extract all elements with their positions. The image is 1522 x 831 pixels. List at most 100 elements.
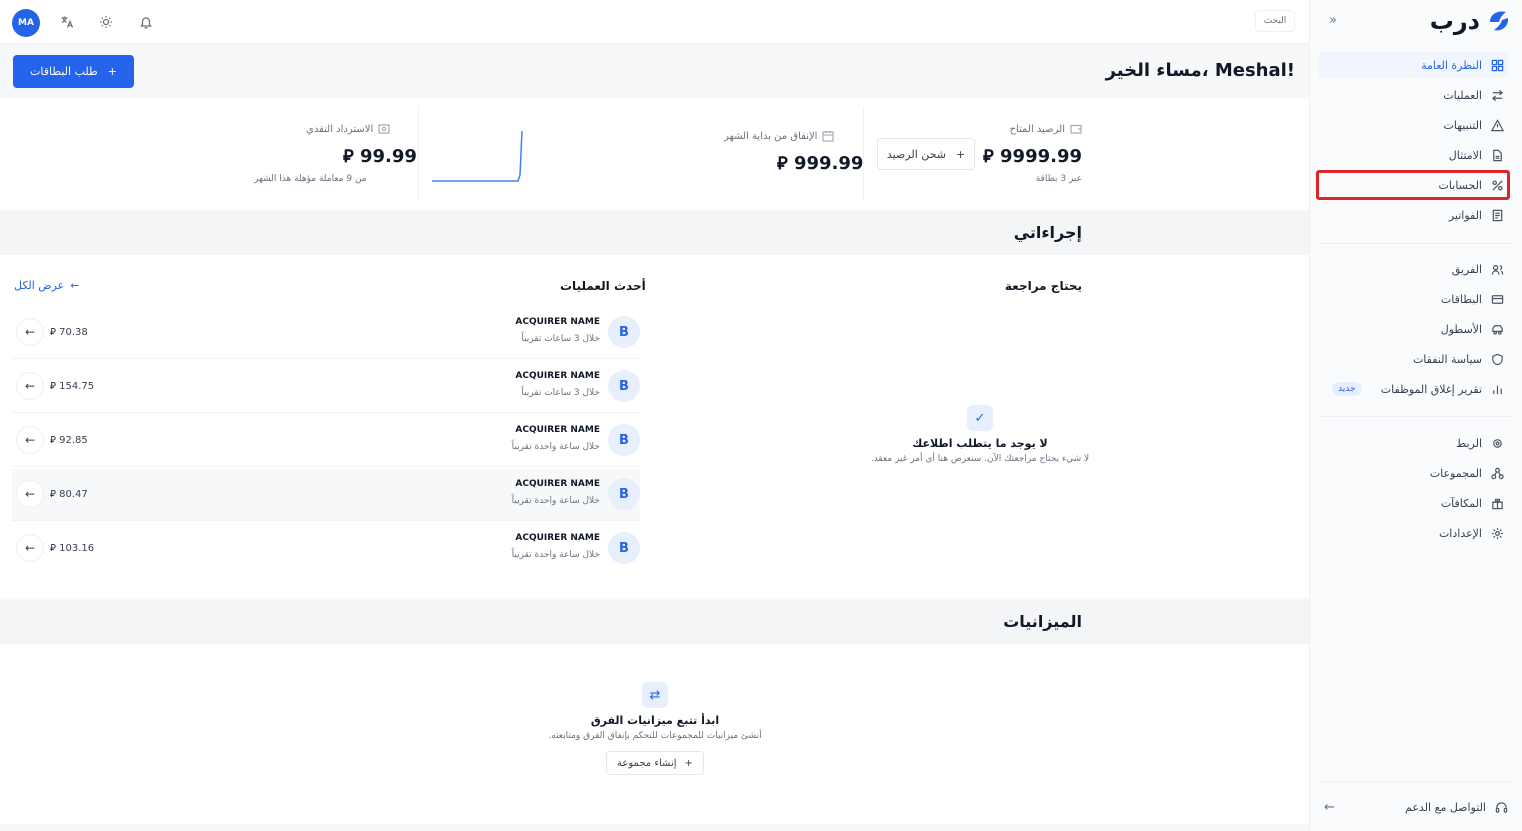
stats-panel: الرصيد المتاح 9999.99 ⃁ عبر 3 بطاقة + شح…: [0, 99, 1309, 209]
sidebar-item-compliance[interactable]: الامتثال: [1318, 142, 1508, 168]
merchant-name: ACQUIRER NAME: [515, 425, 600, 435]
review-empty-title: لا يوجد ما يتطلب اطلاعك: [912, 437, 1048, 450]
sidebar-item-label: المكافآت: [1440, 496, 1482, 510]
sidebar-item-settings[interactable]: الإعدادات: [1318, 520, 1508, 546]
nav-divider: [1318, 781, 1514, 782]
transaction-row[interactable]: ← ⃁ 80.47 B ACQUIRER NAME خلال ساعة واحد…: [12, 469, 640, 521]
arrow-left-icon[interactable]: ←: [16, 534, 44, 562]
calendar-icon: [822, 131, 835, 142]
shield-icon: [1490, 352, 1504, 366]
merchant-icon: B: [608, 370, 640, 402]
gift-icon: [1490, 496, 1504, 510]
grid-icon: [1490, 58, 1504, 72]
cashback-sub: من 9 معاملة مؤهلة هذا الشهر: [254, 174, 367, 184]
view-all-label: عرض الكل: [14, 279, 65, 292]
nav-divider: [1318, 243, 1514, 244]
transaction-time: خلال 3 ساعات تقريباً: [521, 388, 600, 398]
topup-balance-button[interactable]: + شحن الرصيد: [877, 138, 975, 170]
merchant-icon: B: [608, 532, 640, 564]
transaction-time: خلال 3 ساعات تقريباً: [521, 334, 600, 344]
transaction-row[interactable]: ← ⃁ 70.38 B ACQUIRER NAME خلال 3 ساعات ت…: [12, 307, 640, 359]
budgets-section-header: الميزانيات: [0, 600, 1309, 644]
arrow-left-icon[interactable]: ←: [16, 426, 44, 454]
gear-icon: [1490, 526, 1504, 540]
plus-icon: +: [684, 757, 693, 769]
sidebar: درب » النظرة العامة العمليات التنبيهات ا…: [1309, 0, 1522, 831]
sidebar-item-cards[interactable]: البطاقات: [1318, 286, 1508, 312]
sidebar-item-label: الإعدادات: [1438, 526, 1482, 540]
budgets-title: الميزانيات: [1003, 612, 1082, 631]
sidebar-item-groups[interactable]: المجموعات: [1318, 460, 1508, 486]
search-button[interactable]: البحث: [1255, 10, 1295, 32]
sidebar-item-label: الفريق: [1451, 262, 1482, 276]
cashback-icon: [378, 124, 390, 134]
fleet-icon: [1490, 322, 1504, 336]
budgets-empty-title: ابدأ تتبع ميزانيات الفرق: [590, 714, 720, 727]
merchant-icon: B: [608, 478, 640, 510]
sidebar-item-close-report[interactable]: جديد تقرير إغلاق الموظفات: [1318, 376, 1508, 402]
transfer-icon: [1490, 88, 1504, 102]
plus-icon: +: [955, 147, 966, 161]
headset-icon: [1494, 800, 1508, 814]
request-cards-button[interactable]: + طلب البطاقات: [13, 55, 134, 88]
sidebar-item-team[interactable]: الفريق: [1318, 256, 1508, 282]
budgets-empty-desc: أنشئ ميزانيات للمجموعات للتحكم بإنفاق ال…: [548, 731, 762, 741]
support-label: التواصل مع الدعم: [1405, 800, 1486, 814]
sidebar-item-fleet[interactable]: الأسطول: [1318, 316, 1508, 342]
actions-section-header: إجراءاتي: [0, 211, 1309, 255]
balance-label-text: الرصيد المتاح: [1009, 123, 1065, 135]
sidebar-item-rewards[interactable]: المكافآت: [1318, 490, 1508, 516]
sidebar-item-invoices[interactable]: الفواتير: [1318, 202, 1508, 228]
theme-sun-icon[interactable]: [95, 11, 117, 33]
brand-logo[interactable]: درب: [1430, 6, 1512, 36]
sidebar-item-integrations[interactable]: الربط: [1318, 430, 1508, 456]
user-avatar[interactable]: MA: [12, 9, 40, 37]
sidebar-item-transactions[interactable]: العمليات: [1318, 82, 1508, 108]
merchant-name: ACQUIRER NAME: [515, 479, 600, 489]
translate-icon[interactable]: [56, 11, 78, 33]
balance-sub: عبر 3 بطاقة: [1035, 174, 1082, 184]
sidebar-item-label: التنبيهات: [1443, 118, 1482, 132]
brand-name: درب: [1429, 7, 1480, 35]
topbar: MA البحث: [0, 0, 1309, 44]
needs-review-title: يحتاج مراجعة: [1004, 279, 1082, 293]
arrow-left-icon[interactable]: ←: [16, 480, 44, 508]
spend-label: الإنفاق من بداية الشهر: [724, 130, 835, 142]
transaction-amount: ⃁ 154.75: [50, 381, 95, 392]
review-empty-state: ✓ لا يوجد ما يتطلب اطلاعك لا شيء يحتاج م…: [830, 405, 1130, 464]
transaction-amount: ⃁ 92.85: [50, 435, 88, 446]
arrow-left-icon[interactable]: ←: [16, 372, 44, 400]
stats-divider: [418, 107, 419, 201]
sidebar-item-overview[interactable]: النظرة العامة: [1318, 52, 1508, 78]
transaction-time: خلال ساعة واحدة تقريباً: [511, 496, 600, 506]
sidebar-item-label: الفواتير: [1448, 208, 1482, 222]
review-empty-desc: لا شيء يحتاج مراجعتك الآن. سنعرض هنا أي …: [870, 454, 1090, 464]
new-badge: جديد: [1332, 382, 1362, 396]
transaction-row[interactable]: ← ⃁ 154.75 B ACQUIRER NAME خلال 3 ساعات …: [12, 361, 640, 413]
sidebar-item-spend-policy[interactable]: سياسة النفقات: [1318, 346, 1508, 372]
recent-transactions-title: أحدث العمليات: [560, 279, 646, 293]
balance-value: 9999.99 ⃁: [983, 146, 1082, 167]
transaction-time: خلال ساعة واحدة تقريباً: [511, 550, 600, 560]
sidebar-item-accounts[interactable]: الحسابات: [1316, 170, 1510, 200]
cashback-label-text: الاسترداد النقدي: [306, 123, 374, 135]
sidebar-item-alerts[interactable]: التنبيهات: [1318, 112, 1508, 138]
bell-icon[interactable]: [135, 11, 157, 33]
transaction-row[interactable]: ← ⃁ 103.16 B ACQUIRER NAME خلال ساعة واح…: [12, 523, 640, 575]
transaction-amount: ⃁ 80.47: [50, 489, 88, 500]
arrow-left-icon[interactable]: ←: [16, 318, 44, 346]
collapse-sidebar-button[interactable]: »: [1324, 12, 1342, 30]
invoice-icon: [1490, 208, 1504, 222]
actions-panel: يحتاج مراجعة ✓ لا يوجد ما يتطلب اطلاعك ل…: [0, 255, 1309, 598]
arrow-left-icon: ←: [1324, 799, 1335, 815]
contact-support-link[interactable]: ← التواصل مع الدعم: [1318, 795, 1508, 819]
merchant-icon: B: [608, 424, 640, 456]
accounts-icon: [1490, 178, 1504, 192]
merchant-icon: B: [608, 316, 640, 348]
budget-icon: ⇄: [642, 682, 668, 708]
merchant-name: ACQUIRER NAME: [515, 317, 600, 327]
transaction-row[interactable]: ← ⃁ 92.85 B ACQUIRER NAME خلال ساعة واحد…: [12, 415, 640, 467]
view-all-link[interactable]: ← عرض الكل: [14, 279, 79, 292]
create-group-button[interactable]: + إنشاء مجموعة: [606, 751, 704, 775]
sidebar-item-label: العمليات: [1443, 88, 1482, 102]
